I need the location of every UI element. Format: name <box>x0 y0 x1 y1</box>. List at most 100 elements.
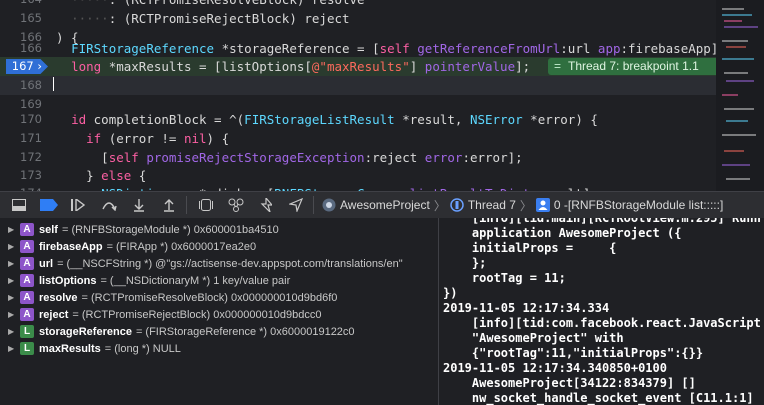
code-line-166-storage-ref[interactable]: 166 FIRStorageReference *storageReferenc… <box>0 39 764 58</box>
environment-overrides-button[interactable] <box>255 194 277 216</box>
disclosure-triangle-icon[interactable]: ▶ <box>8 259 16 268</box>
console-line: nw_socket_handle_socket_event [C11.1:1] <box>443 391 754 405</box>
disclosure-triangle-icon[interactable]: ▶ <box>8 276 16 285</box>
variable-value: = (__NSDictionaryM *) 1 key/value pair <box>100 274 291 287</box>
breakpoints-toggle-button[interactable] <box>38 194 60 216</box>
variable-name: self <box>39 223 58 236</box>
memory-graph-icon <box>228 198 244 212</box>
variable-row[interactable]: ▶ L maxResults = (long *) NULL <box>0 340 438 357</box>
minimap[interactable] <box>716 0 764 191</box>
console-line: initialProps = { <box>443 241 617 255</box>
step-into-button[interactable] <box>128 194 150 216</box>
console-line: 2019-11-05 12:17:34.340850+0100 <box>443 361 667 375</box>
environment-icon <box>260 198 272 212</box>
variable-row[interactable]: ▶ A url = (__NSCFString *) @"gs://actise… <box>0 255 438 272</box>
debug-memory-graph-button[interactable] <box>225 194 247 216</box>
variable-row[interactable]: ▶ A resolve = (RCTPromiseResolveBlock) 0… <box>0 289 438 306</box>
variable-row[interactable]: ▶ A reject = (RCTPromiseRejectBlock) 0x0… <box>0 306 438 323</box>
code-text: id completionBlock = ^(FIRStorageListRes… <box>71 112 598 127</box>
breakpoint-annotation-label: Thread 7: breakpoint 1.1 <box>568 59 699 73</box>
argument-badge: A <box>20 223 34 236</box>
line-number: 170 <box>20 112 42 126</box>
debug-breadcrumb: AwesomeProject 〉 Thread 7 〉 0 -[RNFBStor… <box>322 197 723 214</box>
variable-value: = (RCTPromiseRejectBlock) 0x000000010d9b… <box>72 308 322 321</box>
console-line: "AwesomeProject" with <box>443 331 624 345</box>
variable-row[interactable]: ▶ L storageReference = (FIRStorageRefere… <box>0 323 438 340</box>
variable-value: = (__NSCFString *) @"gs://actisense-dev.… <box>57 257 403 270</box>
console-line: [info][tid:main][RCTRootView.m:295] Runn <box>443 218 761 225</box>
breakpoint-annotation[interactable]: = Thread 7: breakpoint 1.1 <box>548 58 740 75</box>
console-line: }; <box>443 256 487 270</box>
step-into-icon <box>134 198 144 212</box>
console-line: 2019-11-05 12:17:34.334 <box>443 301 610 315</box>
disclosure-triangle-icon[interactable]: ▶ <box>8 242 16 251</box>
variables-view[interactable]: ▶ A self = (RNFBStorageModule *) 0x60000… <box>0 218 439 405</box>
local-badge: L <box>20 342 34 355</box>
hide-debug-area-button[interactable] <box>8 194 30 216</box>
variable-row[interactable]: ▶ A self = (RNFBStorageModule *) 0x60000… <box>0 221 438 238</box>
debug-toolbar: AwesomeProject 〉 Thread 7 〉 0 -[RNFBStor… <box>0 191 764 219</box>
continue-button[interactable] <box>68 194 90 216</box>
thread-icon <box>450 198 464 212</box>
variable-name: firebaseApp <box>39 240 103 253</box>
debug-view-hierarchy-button[interactable] <box>195 194 217 216</box>
code-line-168[interactable]: 168 <box>0 76 764 95</box>
code-line-173[interactable]: 173 } else { <box>0 166 764 185</box>
code-text: ·····: (RCTPromiseResolveBlock) resolve <box>56 0 365 9</box>
step-over-icon <box>102 202 117 211</box>
argument-badge: A <box>20 274 34 287</box>
breadcrumb-thread[interactable]: Thread 7 <box>468 198 516 212</box>
variable-name: storageReference <box>39 325 132 338</box>
app-icon <box>322 198 336 212</box>
continue-icon <box>71 199 86 211</box>
variable-value: = (long *) NULL <box>104 342 181 355</box>
code-line-170[interactable]: 170 id completionBlock = ^(FIRStorageLis… <box>0 110 764 129</box>
local-badge: L <box>20 325 34 338</box>
code-line-172[interactable]: 172 [self promiseRejectStorageException:… <box>0 148 764 167</box>
toolbar-separator <box>313 196 314 214</box>
code-text: } else { <box>56 168 147 183</box>
code-line-165[interactable]: 165 ·····: (RCTPromiseRejectBlock) rejec… <box>0 9 764 28</box>
disclosure-triangle-icon[interactable]: ▶ <box>8 225 16 234</box>
console-line: }) <box>443 286 458 300</box>
user-frame-icon <box>535 198 550 212</box>
variable-row[interactable]: ▶ A firebaseApp = (FIRApp *) 0x6000017ea… <box>0 238 438 255</box>
breakpoint-marker[interactable]: 167 › <box>6 59 48 74</box>
console-line: AwesomeProject[34122:834379] [] <box>443 376 696 390</box>
disclosure-triangle-icon[interactable]: ▶ <box>8 310 16 319</box>
variable-name: url <box>39 257 54 270</box>
argument-badge: A <box>20 257 34 270</box>
variable-name: resolve <box>39 291 78 304</box>
console-line: application AwesomeProject ({ <box>443 226 682 240</box>
console-line: rootTag = 11; <box>443 271 566 285</box>
code-text: ·····: (RCTPromiseRejectBlock) reject <box>71 11 350 26</box>
debug-console[interactable]: [info][tid:main][RCTRootView.m:295] Runn… <box>439 218 764 405</box>
line-number: 168 <box>20 78 42 92</box>
text-cursor <box>53 77 54 91</box>
chevron-right-icon: 〉 <box>433 198 446 213</box>
disclosure-triangle-icon[interactable]: ▶ <box>8 327 16 336</box>
line-number: 166 <box>20 41 42 55</box>
variable-value: = (RCTPromiseResolveBlock) 0x000000010d9… <box>81 291 338 304</box>
line-number: 174 <box>0 184 42 191</box>
code-line-174[interactable]: 174 NSDictionary * dick = [RNFBStorageCo… <box>0 184 764 191</box>
variable-value: = (FIRApp *) 0x6000017ea2e0 <box>106 240 257 253</box>
line-number: 172 <box>20 150 42 164</box>
disclosure-triangle-icon[interactable]: ▶ <box>8 344 16 353</box>
argument-badge: A <box>20 240 34 253</box>
step-over-button[interactable] <box>98 194 120 216</box>
step-out-button[interactable] <box>158 194 180 216</box>
equals-icon: = <box>554 59 562 73</box>
simulate-location-button[interactable] <box>285 194 307 216</box>
console-line: {"rootTag":11,"initialProps":{}} <box>443 346 704 360</box>
step-out-icon <box>164 198 174 212</box>
chevron-right-icon: 〉 <box>519 198 532 213</box>
console-line: [info][tid:com.facebook.react.JavaScript <box>443 316 761 330</box>
code-line-164[interactable]: 164 ·····: (RCTPromiseResolveBlock) reso… <box>0 0 764 9</box>
code-line-171[interactable]: 171 if (error != nil) { <box>0 129 764 148</box>
breadcrumb-frame[interactable]: 0 -[RNFBStorageModule list:::::] <box>554 198 723 212</box>
variable-row[interactable]: ▶ A listOptions = (__NSDictionaryM *) 1 … <box>0 272 438 289</box>
breadcrumb-project[interactable]: AwesomeProject <box>340 198 430 212</box>
disclosure-triangle-icon[interactable]: ▶ <box>8 293 16 302</box>
code-editor[interactable]: 164 ·····: (RCTPromiseResolveBlock) reso… <box>0 0 764 191</box>
